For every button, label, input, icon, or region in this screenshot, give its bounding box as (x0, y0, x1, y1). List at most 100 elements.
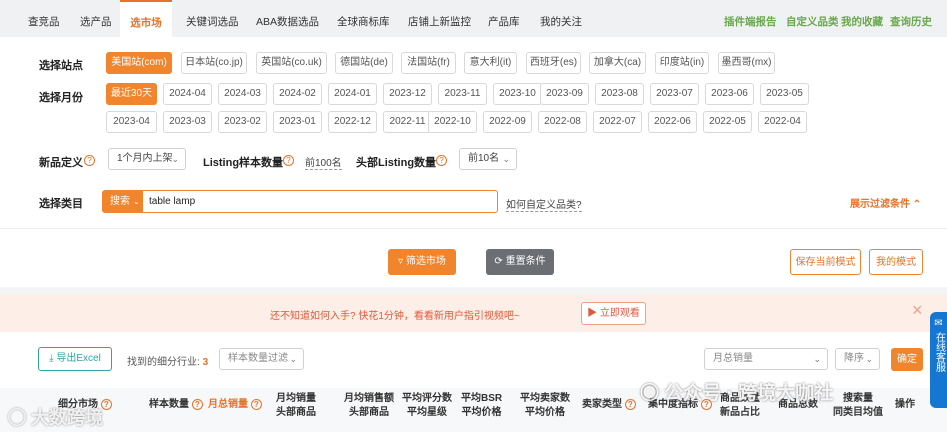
export-excel-button[interactable]: ⤓ 导出Excel (38, 347, 112, 371)
plugin-report-link[interactable]: 插件端报告 (724, 0, 777, 40)
head-listing-label: 头部Listing数量 (356, 157, 437, 169)
month-chip[interactable]: 2023-06 (705, 83, 754, 105)
reset-button[interactable]: ⟳ 重置条件 (486, 249, 554, 275)
watch-video-button[interactable]: ▶ 立即观看 (581, 302, 646, 325)
month-chip[interactable]: 2023-11 (438, 83, 487, 105)
close-icon[interactable]: × (912, 300, 923, 321)
site-jp[interactable]: 日本站(co.jp) (181, 52, 247, 74)
month-chip[interactable]: 2023-09 (540, 83, 589, 105)
tab-trademark[interactable]: 全球商标库 (337, 0, 390, 40)
sample-filter-select[interactable]: 样本数量过滤 ⌄ (219, 348, 304, 370)
month-chip[interactable]: 2022-08 (538, 111, 587, 133)
search-mode-dropdown[interactable]: 搜索 ⌄ (103, 191, 143, 212)
month-chip[interactable]: 2022-10 (428, 111, 477, 133)
month-label: 选择月份 (39, 92, 83, 104)
site-it[interactable]: 意大利(it) (464, 52, 517, 74)
watermark-left: ◯ 大数跨境 (8, 408, 104, 428)
site-de[interactable]: 德国站(de) (335, 52, 393, 74)
site-us[interactable]: 美国站(com) (106, 52, 172, 74)
month-chip[interactable]: 2023-05 (760, 83, 809, 105)
month-chip[interactable]: 2024-03 (218, 83, 267, 105)
month-chip[interactable]: 2023-08 (595, 83, 644, 105)
listing-sample-value[interactable]: 前100名 (305, 154, 342, 170)
col-avg-bsr[interactable]: 平均BSR 平均价格 (461, 392, 502, 420)
chevron-down-icon: ⌄ (289, 354, 297, 364)
help-icon[interactable]: ? (436, 155, 447, 166)
month-chip[interactable]: 2022-07 (593, 111, 642, 133)
help-icon: ? (250, 399, 262, 410)
month-chip[interactable]: 2024-01 (328, 83, 377, 105)
custom-category-help-link[interactable]: 如何自定义品类? (506, 196, 582, 212)
filter-market-button[interactable]: ▿ 筛选市场 (388, 249, 456, 275)
site-in[interactable]: 印度站(in) (655, 52, 709, 74)
col-seller-type[interactable]: 卖家类型 ? (582, 398, 636, 412)
filter-panel: 选择站点 美国站(com) 日本站(co.jp) 英国站(co.uk) 德国站(… (0, 37, 947, 287)
site-mx[interactable]: 墨西哥(mx) (718, 52, 775, 74)
col-avg-reviews[interactable]: 平均评分数 平均星级 (402, 392, 452, 420)
help-icon: ? (624, 399, 636, 410)
save-mode-button[interactable]: 保存当前模式 (790, 249, 861, 275)
site-ca[interactable]: 加拿大(ca) (589, 52, 646, 74)
tab-keyword[interactable]: 关键词选品 (186, 0, 239, 40)
custom-category-link[interactable]: 自定义品类 (786, 0, 839, 40)
tab-store-monitor[interactable]: 店铺上新监控 (408, 0, 471, 40)
month-chip[interactable]: 2022-09 (483, 111, 532, 133)
col-avg-sales[interactable]: 月均销量 头部商品 (276, 392, 316, 420)
site-es[interactable]: 西班牙(es) (526, 52, 581, 74)
category-search-box: 搜索 ⌄ table lamp (102, 190, 498, 213)
tab-library[interactable]: 产品库 (488, 0, 520, 40)
tab-aba[interactable]: ABA数据选品 (256, 0, 319, 40)
online-support-label: 在线客服 (933, 332, 945, 372)
show-filters-toggle[interactable]: 展示过滤条件 ⌃ (850, 195, 921, 210)
tab-products[interactable]: 选产品 (80, 0, 112, 40)
col-avg-revenue[interactable]: 月均销售额 头部商品 (344, 392, 394, 420)
history-link[interactable]: 查询历史 (890, 0, 932, 40)
month-chip[interactable]: 2024-04 (163, 83, 212, 105)
month-chip[interactable]: 2022-11 (383, 111, 432, 133)
filter-icon: ▿ (398, 256, 404, 267)
month-chip[interactable]: 2024-02 (273, 83, 322, 105)
chevron-down-icon: ⌄ (865, 354, 873, 364)
site-uk[interactable]: 英国站(co.uk) (256, 52, 327, 74)
listing-sample-label: Listing样本数量 (203, 157, 284, 169)
head-listing-select[interactable]: 前10名 ⌄ (459, 148, 517, 170)
month-chip[interactable]: 2023-01 (273, 111, 322, 133)
found-count: 3 (202, 357, 209, 368)
chevron-up-icon: ⌃ (912, 199, 922, 210)
month-chip[interactable]: 2022-05 (703, 111, 752, 133)
banner-text: 还不知道如何入手? 快花1分钟，看看新用户指引视频吧~ (270, 311, 520, 322)
divider (0, 228, 947, 229)
col-sample[interactable]: 样本数量 ? (149, 398, 203, 412)
help-icon[interactable]: ? (283, 155, 294, 166)
month-chip[interactable]: 2023-07 (650, 83, 699, 105)
month-chip[interactable]: 2023-12 (383, 83, 432, 105)
month-chip[interactable]: 2023-10 (493, 83, 542, 105)
favorites-link[interactable]: 我的收藏 (841, 0, 883, 40)
month-chip[interactable]: 最近30天 (106, 83, 157, 105)
month-chip[interactable]: 2023-02 (218, 111, 267, 133)
tab-follow[interactable]: 我的关注 (540, 0, 582, 40)
month-chip[interactable]: 2023-03 (163, 111, 212, 133)
refresh-icon: ⟳ (494, 256, 503, 267)
tab-competitor[interactable]: 查竞品 (28, 0, 60, 40)
sort-field-select[interactable]: 月总销量 ⌄ (704, 348, 828, 370)
month-chip[interactable]: 2022-12 (328, 111, 377, 133)
col-search-volume[interactable]: 搜索量 同类目均值 (833, 392, 883, 420)
col-monthly-sales[interactable]: 月总销量 ? (208, 398, 262, 412)
col-avg-sellers[interactable]: 平均卖家数 平均价格 (520, 392, 570, 420)
month-chip[interactable]: 2023-04 (106, 111, 157, 133)
month-chip[interactable]: 2022-04 (758, 111, 807, 133)
sort-order-select[interactable]: 降序 ⌄ (835, 348, 880, 370)
month-chip[interactable]: 2022-06 (648, 111, 697, 133)
online-support-widget[interactable]: ✉ 在线客服 (930, 312, 947, 408)
my-mode-button[interactable]: 我的模式 (869, 249, 923, 275)
download-icon: ⤓ (49, 353, 54, 364)
category-label: 选择类目 (39, 198, 83, 210)
confirm-sort-button[interactable]: 确定 (891, 348, 923, 371)
category-search-input[interactable]: table lamp (149, 191, 195, 212)
new-def-select[interactable]: 1个月内上架 ⌄ (108, 148, 186, 170)
tab-market[interactable]: 选市场 (120, 0, 172, 40)
site-fr[interactable]: 法国站(fr) (401, 52, 456, 74)
help-icon[interactable]: ? (84, 155, 95, 166)
wechat-icon: ◉ (640, 383, 660, 404)
